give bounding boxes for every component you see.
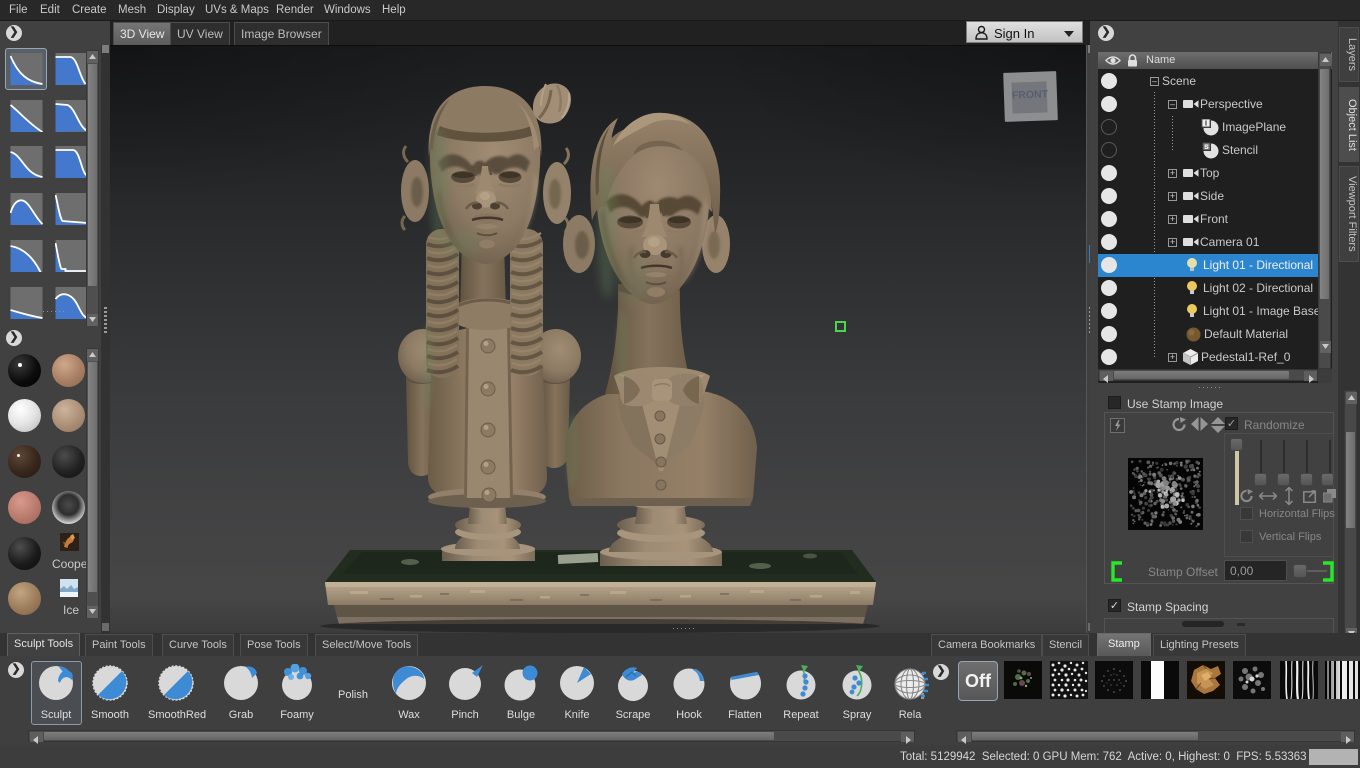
svg-text:I: I [1205,121,1207,128]
svg-text:S: S [1204,145,1208,151]
svg-text:······: ······ [672,623,696,633]
svg-text:FRONT: FRONT [1012,88,1049,101]
